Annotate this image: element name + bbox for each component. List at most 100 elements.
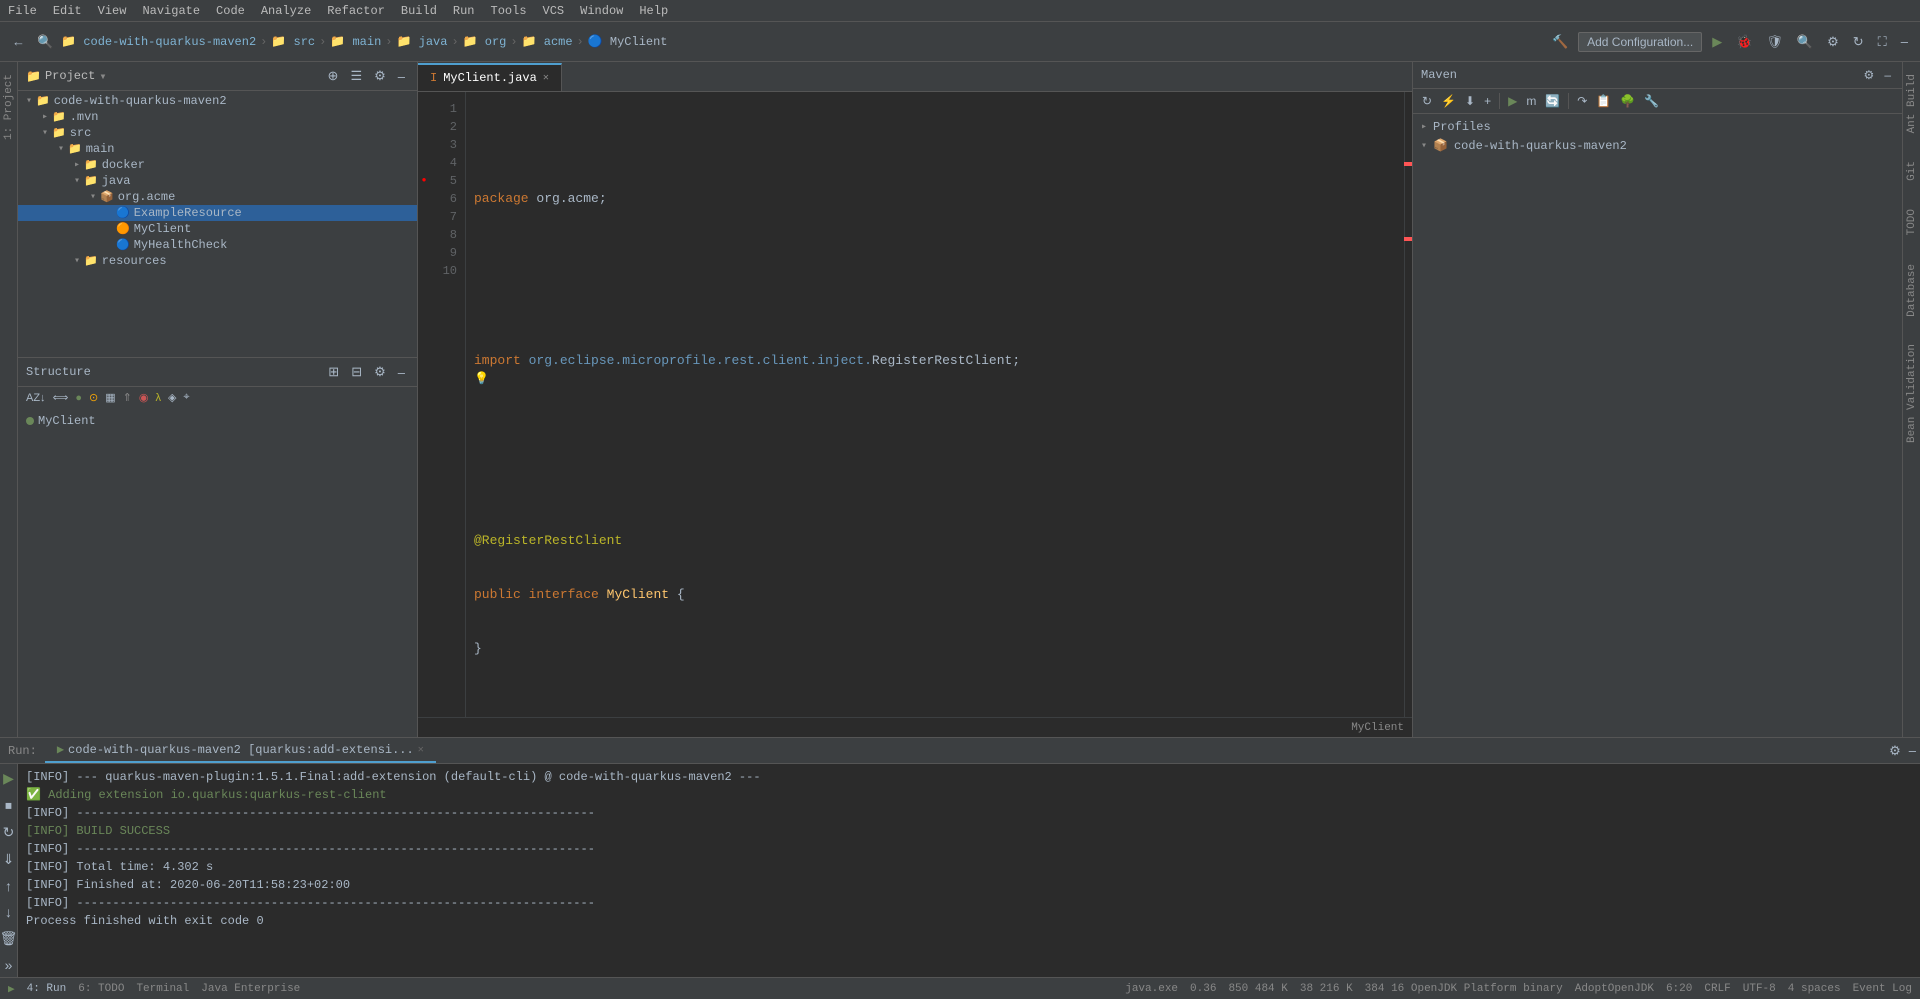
maven-tree-button[interactable]: 🌳 (1617, 92, 1638, 110)
menu-help[interactable]: Help (639, 4, 668, 18)
maven-lifecycle-button[interactable]: 🔄 (1542, 92, 1563, 110)
code-editor[interactable]: ● 1 2 3 4 5 6 7 8 9 10 (418, 92, 1412, 717)
struct-lambda-button[interactable]: λ (153, 391, 163, 405)
menu-window[interactable]: Window (580, 4, 623, 18)
struct-sort-alpha-button[interactable]: AZ↓ (24, 391, 48, 405)
maven-wrench-button[interactable]: 🔧 (1641, 92, 1662, 110)
right-vert-tab-beanvalidation[interactable]: Bean Validation (1904, 340, 1920, 447)
status-encoding[interactable]: UTF-8 (1743, 983, 1776, 995)
bottom-stop-button[interactable]: ⏹ (1, 795, 16, 816)
breadcrumb-org[interactable]: 📁 org (463, 34, 507, 49)
structure-expand-button[interactable]: ⊞ (324, 362, 343, 382)
hammer-button[interactable]: 🔨 (1548, 32, 1572, 52)
project-scope-button[interactable]: ☰ (346, 66, 366, 86)
status-cursor[interactable]: 6:20 (1666, 983, 1692, 995)
breadcrumb-acme[interactable]: 📁 acme (522, 34, 573, 49)
debug-button[interactable]: 🐞 (1732, 32, 1756, 52)
bottom-minimize-button[interactable]: – (1905, 741, 1920, 760)
project-minimize-button[interactable]: – (394, 66, 409, 86)
bottom-run-button[interactable]: ▶ (0, 768, 18, 789)
maven-add-button[interactable]: + (1481, 92, 1494, 110)
maven-project-row[interactable]: ▾ 📦 code-with-quarkus-maven2 (1417, 136, 1898, 155)
maven-skip-tests-button[interactable]: ↷ (1574, 92, 1590, 110)
menu-navigate[interactable]: Navigate (142, 4, 200, 18)
struct-inherit-button[interactable]: ⇑ (121, 390, 134, 405)
search-button[interactable]: 🔍 (1793, 32, 1817, 52)
code-content[interactable]: package org.acme; import org.eclipse.mic… (466, 92, 1412, 717)
menu-run[interactable]: Run (453, 4, 475, 18)
bottom-more-button[interactable]: » (1, 955, 17, 975)
maven-minimize-button[interactable]: – (1881, 66, 1894, 84)
breadcrumb-java[interactable]: 📁 java (396, 34, 447, 49)
tab-myclient-close[interactable]: ✕ (543, 72, 549, 84)
status-line-ending[interactable]: CRLF (1704, 983, 1730, 995)
structure-settings-button[interactable]: ⚙ (370, 362, 390, 382)
breadcrumb-src[interactable]: 📁 src (271, 34, 315, 49)
struct-field-button[interactable]: ▦ (103, 390, 117, 405)
right-vert-tab-ant[interactable]: Ant Build (1904, 70, 1920, 137)
menu-tools[interactable]: Tools (491, 4, 527, 18)
tree-item-java[interactable]: ▾ 📁 java (18, 173, 417, 189)
status-indent[interactable]: 4 spaces (1788, 983, 1841, 995)
update-button[interactable]: ↻ (1849, 32, 1868, 52)
struct-sort-type-button[interactable]: ⟺ (51, 390, 71, 405)
tree-item-myclient[interactable]: ▸ 🟠 MyClient (18, 221, 417, 237)
breadcrumb-project[interactable]: 📁 code-with-quarkus-maven2 (61, 34, 256, 49)
minimize-window-button[interactable]: – (1897, 32, 1912, 51)
bottom-rerun-button[interactable]: ↻ (0, 822, 18, 843)
maven-download-button[interactable]: ⬇ (1462, 92, 1478, 110)
tree-item-docker[interactable]: ▸ 📁 docker (18, 157, 417, 173)
run-tab-close[interactable]: ✕ (418, 744, 424, 756)
run-config-button[interactable]: Add Configuration... (1578, 32, 1702, 52)
struct-myclient-item[interactable]: MyClient (26, 412, 409, 430)
struct-filter-button[interactable]: ◈ (166, 390, 178, 405)
right-vert-tab-database[interactable]: Database (1904, 260, 1920, 321)
maven-profiles-row[interactable]: ▸ Profiles (1417, 118, 1898, 136)
struct-circle-button[interactable]: ◉ (137, 390, 151, 405)
tree-item-myhealthcheck[interactable]: ▸ 🔵 MyHealthCheck (18, 237, 417, 253)
maven-generate-button[interactable]: ⚡ (1438, 92, 1459, 110)
right-vert-tab-git[interactable]: Git (1904, 157, 1920, 185)
struct-public-button[interactable]: ● (73, 391, 84, 405)
expand-button[interactable]: ⛶ (1874, 32, 1891, 52)
bottom-scroll-down-button[interactable]: ↓ (1, 902, 16, 922)
project-settings-button[interactable]: ⚙ (370, 66, 390, 86)
struct-constructor-button[interactable]: ⊙ (87, 390, 100, 405)
tree-item-root[interactable]: ▾ 📁 code-with-quarkus-maven2 (18, 93, 417, 109)
tree-item-resources[interactable]: ▾ 📁 resources (18, 253, 417, 269)
tree-item-mvn[interactable]: ▸ 📁 .mvn (18, 109, 417, 125)
bottom-tab-run[interactable]: ▶ code-with-quarkus-maven2 [quarkus:add-… (45, 738, 436, 763)
back-button[interactable]: ← (8, 32, 29, 51)
bottom-scroll-end-button[interactable]: ⇓ (0, 849, 18, 870)
menu-build[interactable]: Build (401, 4, 437, 18)
bottom-settings-button[interactable]: ⚙ (1885, 741, 1905, 761)
right-vert-tab-todo[interactable]: TODO (1904, 205, 1920, 239)
menu-edit[interactable]: Edit (53, 4, 82, 18)
menu-analyze[interactable]: Analyze (261, 4, 311, 18)
maven-profiles-button[interactable]: 📋 (1593, 92, 1614, 110)
breadcrumb-main[interactable]: 📁 main (330, 34, 381, 49)
project-add-button[interactable]: ⊕ (324, 66, 343, 86)
tree-item-exampleresource[interactable]: ▸ 🔵 ExampleResource (18, 205, 417, 221)
maven-settings-button[interactable]: ⚙ (1861, 66, 1878, 84)
hint-bulb-icon[interactable]: 💡 (474, 372, 489, 386)
menu-code[interactable]: Code (216, 4, 245, 18)
bottom-scroll-up-button[interactable]: ↑ (1, 876, 16, 896)
menu-view[interactable]: View (98, 4, 127, 18)
maven-run-button[interactable]: ▶ (1505, 92, 1520, 110)
menu-file[interactable]: File (8, 4, 37, 18)
status-event-log[interactable]: Event Log (1853, 983, 1912, 995)
maven-reload-button[interactable]: ↻ (1419, 92, 1435, 110)
structure-minimize-button[interactable]: – (394, 362, 409, 382)
run-button[interactable]: ▶ (1708, 32, 1726, 52)
struct-locate-button[interactable]: ⌖ (181, 390, 191, 405)
search-everywhere-button[interactable]: 🔍 (33, 32, 57, 52)
menu-vcs[interactable]: VCS (543, 4, 565, 18)
settings-global-button[interactable]: ⚙ (1823, 32, 1843, 52)
maven-debug-run-button[interactable]: m (1523, 92, 1539, 110)
tree-item-main[interactable]: ▾ 📁 main (18, 141, 417, 157)
editor-tab-myclient[interactable]: I MyClient.java ✕ (418, 63, 562, 91)
tree-item-src[interactable]: ▾ 📁 src (18, 125, 417, 141)
menu-refactor[interactable]: Refactor (327, 4, 385, 18)
structure-collapse-button[interactable]: ⊟ (347, 362, 366, 382)
